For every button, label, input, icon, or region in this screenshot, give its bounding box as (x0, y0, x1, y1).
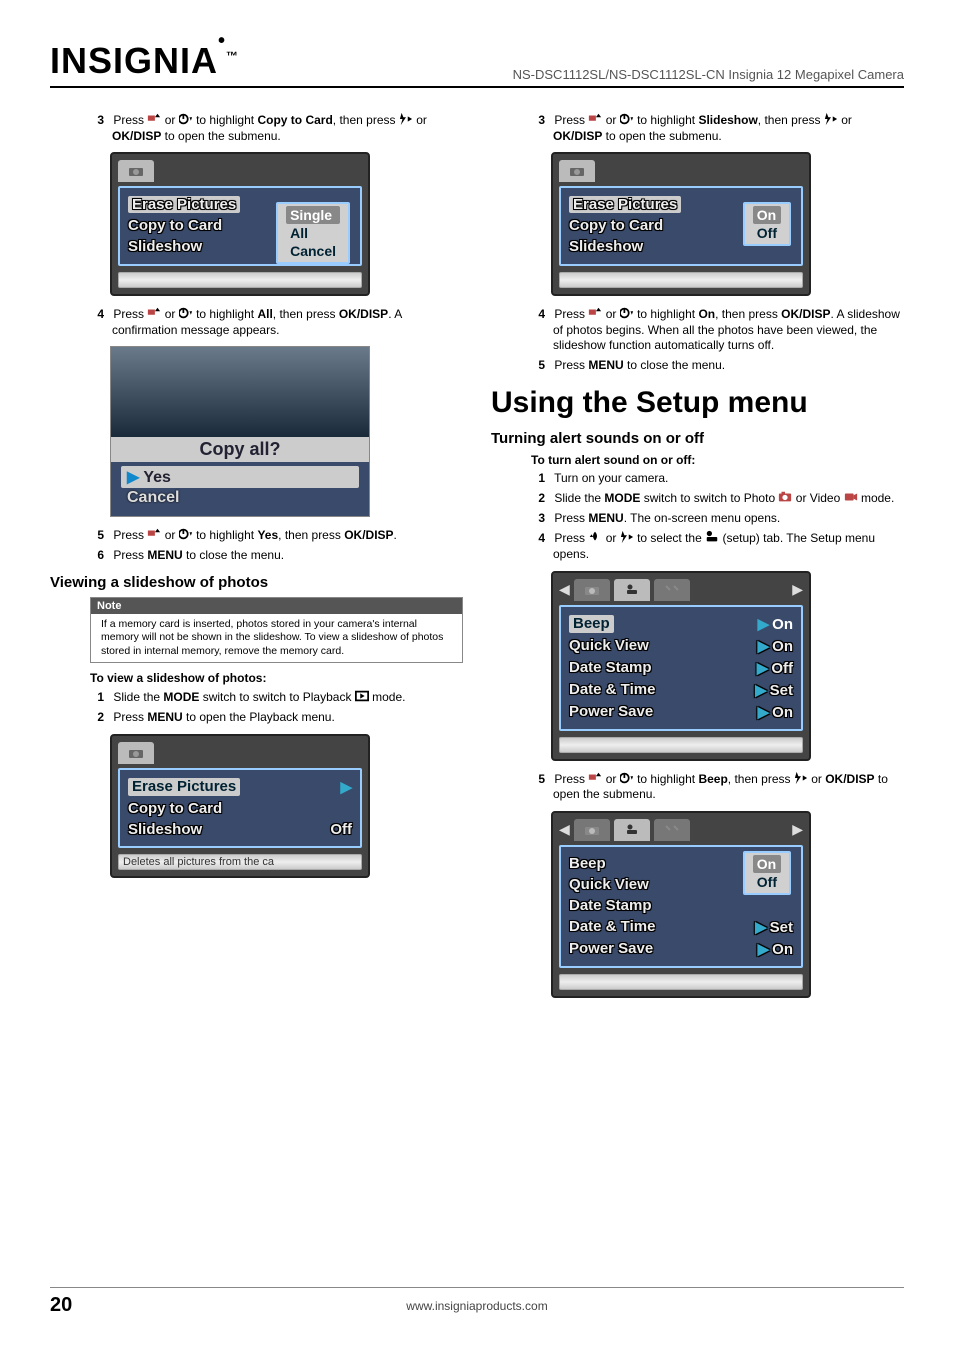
right-step-4: 4 Press or to highlight On, then press O… (531, 306, 904, 354)
submenu-off: Off (753, 224, 781, 242)
right-screenshot-beep-submenu: ◀ ▶ Beep Quick View Date Stamp Date & Ti… (551, 811, 904, 998)
brand-text: INSIGNIA (50, 40, 218, 81)
brand-logo: INSIGNIA•™ (50, 40, 239, 82)
left-screenshot-copy-submenu: Erase Pictures Copy to Card Slideshow Si… (110, 152, 463, 296)
menu-erase-pictures: Erase Pictures (128, 778, 240, 796)
left-screenshot-playback-menu: Erase Pictures▶ Copy to Card SlideshowOf… (110, 734, 463, 878)
menu-slideshow: Slideshow (128, 821, 202, 838)
flash-right-icon (399, 112, 413, 126)
setup-beep: Beep (569, 855, 606, 872)
right-turn-step-5: 5 Press or to highlight Beep, then press… (531, 771, 904, 803)
flash-right-icon (794, 771, 808, 785)
heading-turning-alert-sounds: Turning alert sounds on or off (491, 430, 904, 447)
left-view-step-1: 1 Slide the MODE switch to switch to Pla… (90, 689, 463, 706)
submenu-cancel: Cancel (286, 242, 340, 260)
confirm-title: Copy all? (111, 437, 369, 462)
display-up-icon (147, 112, 161, 126)
heading-viewing-slideshow: Viewing a slideshow of photos (50, 574, 463, 591)
setup-quick-view: Quick View (569, 637, 649, 655)
submenu-all: All (286, 224, 340, 242)
timer-down-icon (620, 112, 634, 126)
right-step-5: 5 Press MENU to close the menu. (531, 358, 904, 374)
right-turn-step-2: 2 Slide the MODE switch to switch to Pho… (531, 490, 904, 507)
heading-to-view-slideshow: To view a slideshow of photos: (90, 671, 463, 685)
setup-date-stamp: Date Stamp (569, 659, 652, 677)
tools-icon (664, 824, 680, 836)
timer-down-icon (620, 306, 634, 320)
left-step-3: 3 Press or to highlight Copy to Card, th… (90, 112, 463, 144)
flash-right-icon (824, 112, 838, 126)
right-turn-step-3: 3 Press MENU. The on-screen menu opens. (531, 511, 904, 527)
right-turn-step-1: 1 Turn on your camera. (531, 471, 904, 487)
submenu-on: On (753, 855, 781, 873)
menu-erase-pictures: Erase Pictures (569, 196, 681, 213)
setup-quick-view: Quick View (569, 876, 649, 893)
status-bar-text: Deletes all pictures from the ca (118, 854, 362, 870)
timer-down-icon (620, 771, 634, 785)
timer-down-icon (179, 306, 193, 320)
wrench-icon (625, 824, 639, 836)
timer-down-icon (179, 527, 193, 541)
right-column: 3 Press or to highlight Slideshow, then … (491, 108, 904, 1008)
heading-to-turn-alert: To turn alert sound on or off: (531, 453, 904, 467)
right-turn-step-4: 4 Press or to select the (setup) tab. Th… (531, 530, 904, 562)
display-up-icon (588, 112, 602, 126)
left-screenshot-confirm: Copy all? ▶Yes Cancel (110, 346, 463, 517)
menu-copy-to-card: Copy to Card (569, 217, 663, 234)
page-number: 20 (50, 1294, 72, 1317)
submenu-on: On (753, 206, 781, 224)
display-up-icon (588, 306, 602, 320)
setup-beep: Beep (569, 615, 614, 633)
left-step-4: 4 Press or to highlight All, then press … (90, 306, 463, 338)
camera-icon (584, 584, 600, 596)
camera-icon (584, 824, 600, 836)
right-screenshot-setup-menu: ◀ ▶ Beep▶On Quick View▶On Date Stamp▶Off… (551, 571, 904, 761)
note-label: Note (91, 598, 462, 614)
product-name: NS-DSC1112SL/NS-DSC1112SL-CN Insignia 12… (513, 67, 904, 82)
submenu-off: Off (753, 873, 781, 891)
setup-power-save: Power Save (569, 940, 653, 958)
macro-left-icon (588, 530, 602, 544)
setup-date-time: Date & Time (569, 681, 655, 699)
menu-slideshow: Slideshow (128, 238, 202, 255)
menu-slideshow: Slideshow (569, 238, 643, 255)
timer-down-icon (179, 112, 193, 126)
camera-icon (128, 747, 144, 759)
footer: 20 www.insigniaproducts.com (50, 1287, 904, 1317)
tools-icon (664, 584, 680, 596)
left-step-5: 5 Press or to highlight Yes, then press … (90, 527, 463, 544)
footer-url: www.insigniaproducts.com (406, 1299, 547, 1313)
left-view-step-2: 2 Press MENU to open the Playback menu. (90, 710, 463, 726)
confirm-cancel: Cancel (121, 488, 359, 508)
menu-copy-to-card: Copy to Card (128, 800, 222, 817)
setup-date-stamp: Date Stamp (569, 897, 652, 914)
setup-date-time: Date & Time (569, 918, 655, 936)
photo-mode-icon (778, 490, 792, 504)
heading-using-setup-menu: Using the Setup menu (491, 386, 904, 420)
camera-icon (128, 165, 144, 177)
right-step-3: 3 Press or to highlight Slideshow, then … (531, 112, 904, 144)
note-box: Note If a memory card is inserted, photo… (90, 597, 463, 664)
left-column: 3 Press or to highlight Copy to Card, th… (50, 108, 463, 1008)
setup-power-save: Power Save (569, 703, 653, 721)
left-step-6: 6 Press MENU to close the menu. (90, 548, 463, 564)
display-up-icon (588, 771, 602, 785)
menu-copy-to-card: Copy to Card (128, 217, 222, 234)
display-up-icon (147, 306, 161, 320)
right-screenshot-slideshow-submenu: Erase Pictures Copy to Card Slideshow On… (551, 152, 904, 296)
submenu-single: Single (286, 206, 340, 224)
note-body: If a memory card is inserted, photos sto… (91, 614, 462, 663)
camera-icon (569, 165, 585, 177)
playback-icon (355, 689, 369, 703)
video-mode-icon (844, 490, 858, 504)
wrench-icon (625, 584, 639, 596)
display-up-icon (147, 527, 161, 541)
confirm-yes: ▶Yes (121, 466, 359, 488)
menu-erase-pictures: Erase Pictures (128, 196, 240, 213)
flash-right-icon (620, 530, 634, 544)
setup-tab-icon (705, 530, 719, 544)
